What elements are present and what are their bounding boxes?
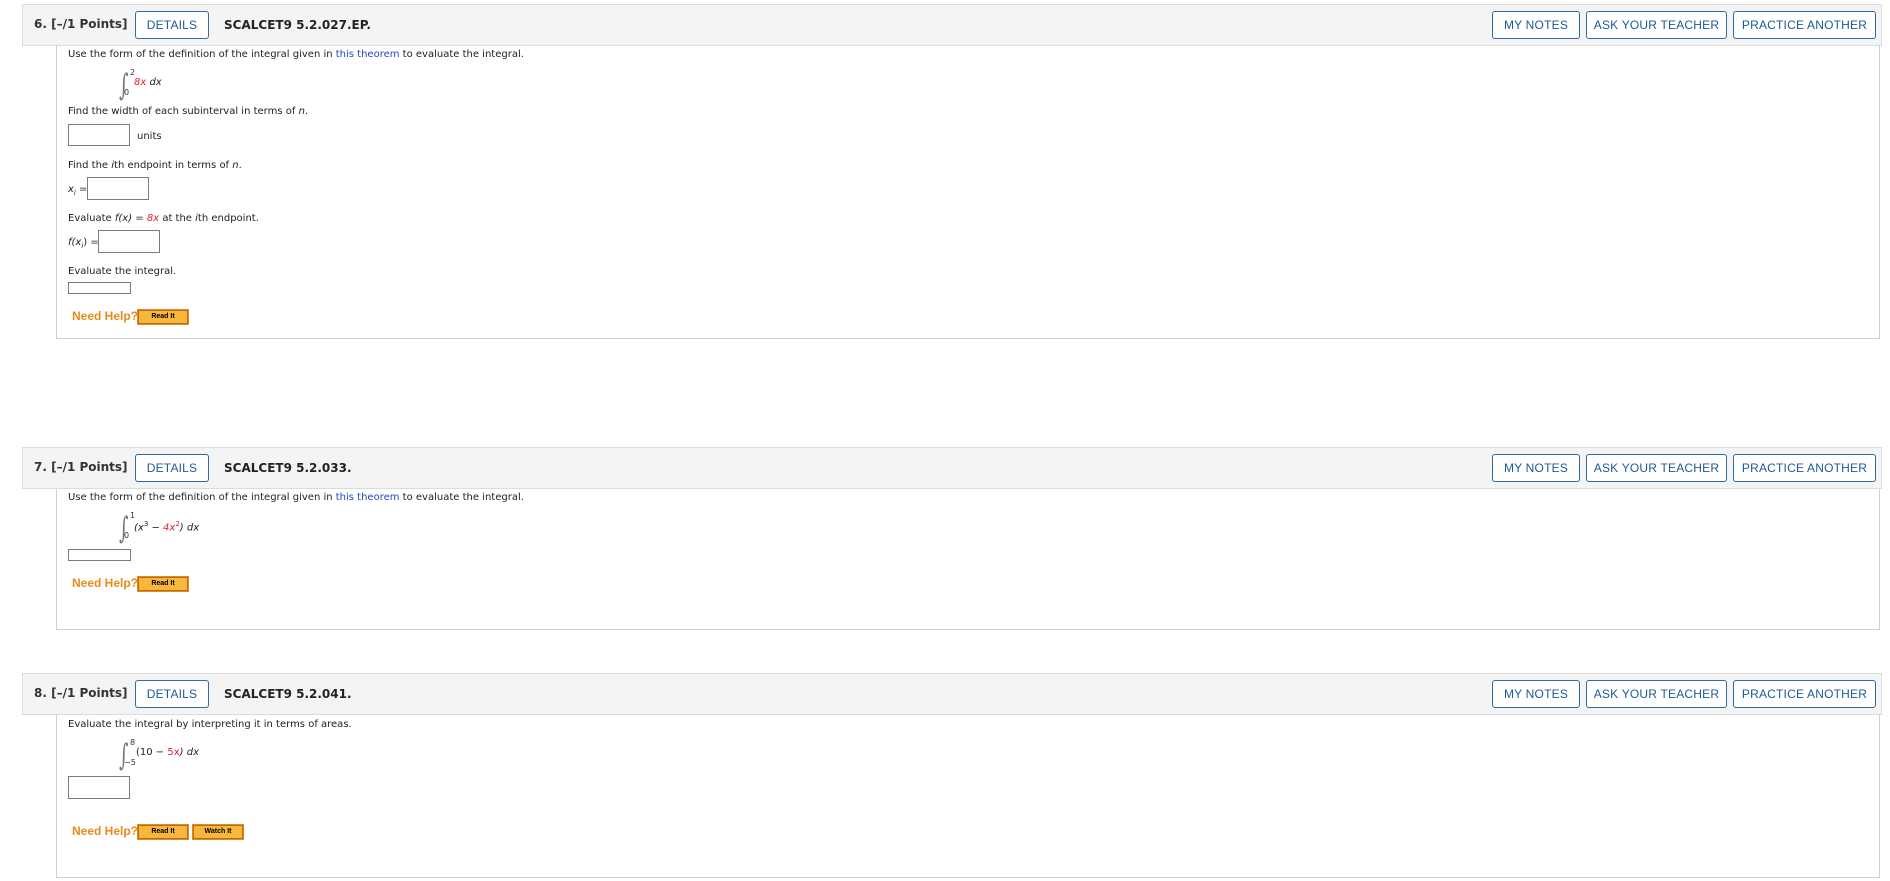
instruction: Evaluate the integral by interpreting it… — [68, 719, 352, 730]
step-evaluate-integral-prompt: Evaluate the integral. — [68, 266, 177, 277]
question-header: 8. [–/1 Points] DETAILS SCALCET9 5.2.041… — [22, 673, 1882, 715]
endpoint-input[interactable] — [87, 177, 149, 200]
ask-your-teacher-button[interactable]: ASK YOUR TEACHER — [1586, 11, 1727, 39]
lower-limit: 0 — [124, 531, 130, 540]
integrand: (x3 − 4x2) dx — [134, 520, 200, 534]
upper-limit: 2 — [130, 68, 136, 77]
practice-another-button[interactable]: PRACTICE ANOTHER — [1733, 454, 1876, 482]
read-it-button[interactable]: Read It — [137, 824, 189, 840]
fxi-label: f(xi) = — [68, 237, 99, 250]
integrand: (10 − 5x) dx — [136, 747, 200, 758]
step-width-prompt: Find the width of each subinterval in te… — [68, 106, 309, 117]
instruction: Use the form of the definition of the in… — [68, 49, 524, 60]
ask-your-teacher-button[interactable]: ASK YOUR TEACHER — [1586, 680, 1727, 708]
question-header: 6. [–/1 Points] DETAILS SCALCET9 5.2.027… — [22, 4, 1882, 46]
read-it-button[interactable]: Read It — [137, 576, 189, 592]
question-8: 8. [–/1 Points] DETAILS SCALCET9 5.2.041… — [22, 673, 1882, 879]
question-code: SCALCET9 5.2.027.EP. — [224, 18, 371, 32]
question-6: 6. [–/1 Points] DETAILS SCALCET9 5.2.027… — [22, 4, 1882, 339]
step-endpoint-prompt: Find the ith endpoint in terms of n. — [68, 160, 242, 171]
lower-limit: 0 — [124, 88, 130, 97]
integral-answer-input[interactable] — [68, 776, 130, 799]
question-header: 7. [–/1 Points] DETAILS SCALCET9 5.2.033… — [22, 447, 1882, 489]
watch-it-button[interactable]: Watch It — [192, 824, 244, 840]
my-notes-button[interactable]: MY NOTES — [1492, 680, 1580, 708]
question-code: SCALCET9 5.2.041. — [224, 687, 352, 701]
question-number: 7. [–/1 Points] — [34, 460, 128, 474]
width-input[interactable] — [68, 124, 130, 146]
question-7: 7. [–/1 Points] DETAILS SCALCET9 5.2.033… — [22, 447, 1882, 631]
instruction: Use the form of the definition of the in… — [68, 492, 524, 503]
units-label: units — [137, 131, 162, 142]
details-button[interactable]: DETAILS — [135, 11, 209, 39]
upper-limit: 8 — [130, 738, 136, 747]
question-number: 8. [–/1 Points] — [34, 686, 128, 700]
my-notes-button[interactable]: MY NOTES — [1492, 11, 1580, 39]
question-number: 6. [–/1 Points] — [34, 17, 128, 31]
details-button[interactable]: DETAILS — [135, 680, 209, 708]
theorem-link[interactable]: this theorem — [336, 49, 400, 60]
upper-limit: 1 — [130, 511, 136, 520]
question-body: Use the form of the definition of the in… — [56, 489, 1880, 630]
integral-answer-input[interactable] — [68, 282, 131, 294]
practice-another-button[interactable]: PRACTICE ANOTHER — [1733, 680, 1876, 708]
question-code: SCALCET9 5.2.033. — [224, 461, 352, 475]
question-body: Use the form of the definition of the in… — [56, 46, 1880, 339]
ask-your-teacher-button[interactable]: ASK YOUR TEACHER — [1586, 454, 1727, 482]
function-value-input[interactable] — [98, 230, 160, 253]
details-button[interactable]: DETAILS — [135, 454, 209, 482]
question-body: Evaluate the integral by interpreting it… — [56, 715, 1880, 878]
lower-limit: −5 — [124, 758, 136, 767]
integrand: 8x dx — [134, 77, 162, 88]
practice-another-button[interactable]: PRACTICE ANOTHER — [1733, 11, 1876, 39]
xi-label: xi = — [68, 184, 88, 197]
integral-answer-input[interactable] — [68, 549, 131, 561]
step-evaluate-f-prompt: Evaluate f(x) = 8x at the ith endpoint. — [68, 213, 259, 224]
read-it-button[interactable]: Read It — [137, 309, 189, 325]
my-notes-button[interactable]: MY NOTES — [1492, 454, 1580, 482]
need-help-label: Need Help? — [72, 576, 139, 590]
need-help-label: Need Help? — [72, 824, 139, 838]
need-help-label: Need Help? — [72, 309, 139, 323]
theorem-link[interactable]: this theorem — [336, 492, 400, 503]
